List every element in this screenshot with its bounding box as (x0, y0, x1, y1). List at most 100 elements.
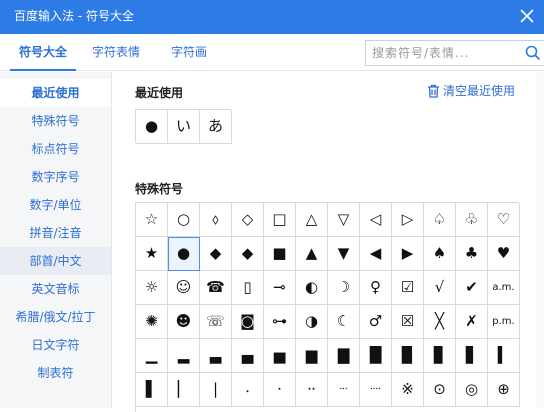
symbol-cell[interactable]: ▊ (424, 339, 456, 373)
symbol-cell[interactable]: ☎ (200, 271, 232, 305)
symbol-cell[interactable]: ▌ (136, 373, 168, 407)
symbol-cell[interactable]: ▅ (264, 339, 296, 373)
symbol-cell[interactable]: ☼ (136, 271, 168, 305)
sidebar-item-phonetics[interactable]: 英文音标 (0, 275, 111, 303)
scrollbar[interactable] (536, 72, 544, 408)
symbol-cell[interactable]: ▁ (136, 339, 168, 373)
symbol-cell[interactable]: ○ (168, 203, 200, 237)
symbol-cell[interactable]: ⊸ (264, 271, 296, 305)
symbol-cell[interactable]: ✺ (136, 305, 168, 339)
sidebar-item-punctuation[interactable]: 标点符号 (0, 135, 111, 163)
symbol-cell[interactable]: ※ (392, 373, 424, 407)
sidebar-item-pinyin[interactable]: 拼音/注音 (0, 219, 111, 247)
symbol-cell[interactable]: █ (360, 339, 392, 373)
symbol-cell[interactable]: ▷ (392, 203, 424, 237)
symbol-cell[interactable]: ◇ (232, 203, 264, 237)
category-sidebar: 最近使用 特殊符号 标点符号 数字序号 数字/单位 拼音/注音 部首/中文 英文… (0, 72, 112, 408)
symbol-cell[interactable]: ☆ (136, 203, 168, 237)
symbol-cell[interactable]: ⊙ (424, 373, 456, 407)
symbol-cell[interactable]: ⸱⸱ (296, 373, 328, 407)
symbol-cell[interactable]: ◎ (456, 373, 488, 407)
symbol-cell[interactable]: ▼ (328, 237, 360, 271)
symbol-cell[interactable]: ♣ (456, 237, 488, 271)
symbol-cell[interactable]: ♤ (424, 203, 456, 237)
symbol-cell[interactable]: ▽ (328, 203, 360, 237)
tab-char-emoticons[interactable]: 字符表情 (92, 34, 140, 71)
symbol-cell[interactable]: ☺ (168, 271, 200, 305)
symbol-cell[interactable]: ╳ (424, 305, 456, 339)
symbol-cell[interactable]: ▉ (392, 339, 424, 373)
symbol-cell[interactable]: ◙ (232, 305, 264, 339)
symbol-cell[interactable]: ☻ (168, 305, 200, 339)
search-box (365, 40, 544, 66)
symbol-cell[interactable]: ◆ (232, 237, 264, 271)
sidebar-item-box-drawing[interactable]: 制表符 (0, 359, 111, 387)
symbol-cell[interactable]: ✔ (456, 271, 488, 305)
search-icon[interactable] (524, 44, 542, 62)
symbol-cell[interactable]: ▂ (168, 339, 200, 373)
symbol-cell[interactable]: ♥ (488, 237, 520, 271)
symbol-cell[interactable]: ⊶ (264, 305, 296, 339)
recent-symbol[interactable]: あ (200, 110, 232, 144)
recent-symbol[interactable]: い (168, 110, 200, 144)
symbol-cell[interactable]: ☑ (392, 271, 424, 305)
symbol-cell[interactable]: ♧ (456, 203, 488, 237)
symbol-panel: 最近使用 清空最近使用 ● い あ 特殊符号 ☆ ○ ⬨ ◇ □ △ ▽ ◁ ▷ ♤ ♧ ♡ ★ ● ◆ ◆ ■… (113, 72, 544, 412)
clear-recent-label: 清空最近使用 (443, 84, 516, 98)
sidebar-item-radicals[interactable]: 部首/中文 (0, 247, 111, 275)
tab-char-art[interactable]: 字符画 (171, 34, 207, 71)
symbol-cell[interactable]: ✗ (456, 305, 488, 339)
symbol-cell[interactable]: ◀ (360, 237, 392, 271)
symbol-cell[interactable]: √ (424, 271, 456, 305)
symbol-cell[interactable]: ⸱⸱⸱⸱ (360, 373, 392, 407)
sidebar-item-numbering[interactable]: 数字序号 (0, 163, 111, 191)
sidebar-item-greek-russian-latin[interactable]: 希腊/俄文/拉丁 (0, 303, 111, 331)
symbol-cell[interactable]: p.m. (488, 305, 520, 339)
symbol-cell[interactable]: ▆ (296, 339, 328, 373)
symbol-cell[interactable]: ▶ (392, 237, 424, 271)
close-icon[interactable] (516, 5, 538, 27)
symbol-cell[interactable]: ▲ (296, 237, 328, 271)
symbol-cell[interactable]: ▯ (232, 271, 264, 305)
symbol-cell[interactable]: ♂ (360, 305, 392, 339)
symbol-cell[interactable]: ● (168, 237, 200, 271)
symbol-cell[interactable]: ♡ (488, 203, 520, 237)
symbol-cell[interactable]: ◆ (200, 237, 232, 271)
symbol-cell[interactable]: ⸳ (232, 373, 264, 407)
symbol-cell[interactable]: ⬨ (200, 203, 232, 237)
symbol-cell[interactable]: ◁ (360, 203, 392, 237)
symbol-cell[interactable]: ◐ (296, 271, 328, 305)
symbol-cell[interactable]: ▃ (200, 339, 232, 373)
symbol-cell[interactable]: ■ (264, 237, 296, 271)
sidebar-item-japanese[interactable]: 日文字符 (0, 331, 111, 359)
symbol-cell[interactable]: ▋ (456, 339, 488, 373)
symbol-cell[interactable]: □ (264, 203, 296, 237)
symbol-cell[interactable]: ◑ (296, 305, 328, 339)
symbol-cell[interactable]: ⸱⸱⸱ (328, 373, 360, 407)
symbol-cell[interactable]: ☾ (328, 305, 360, 339)
special-symbols-grid: ☆ ○ ⬨ ◇ □ △ ▽ ◁ ▷ ♤ ♧ ♡ ★ ● ◆ ◆ ■ ▲ ▼ ◀ ▶ ♠ ♣ ♥ ☼ ☺ ☎ ▯ ⊸ ◐ ☽ ♀ ☑ √ ✔ a.m. ✺… (135, 202, 520, 412)
symbol-cell[interactable]: ▇ (328, 339, 360, 373)
symbol-cell[interactable]: △ (296, 203, 328, 237)
sidebar-item-recent[interactable]: 最近使用 (0, 79, 111, 107)
symbol-cell[interactable]: | (200, 373, 232, 407)
symbol-cell[interactable]: ⸱ (264, 373, 296, 407)
symbol-cell[interactable]: ★ (136, 237, 168, 271)
symbol-cell[interactable]: ▏ (168, 373, 200, 407)
tab-symbols[interactable]: 符号大全 (10, 34, 76, 71)
symbol-cell[interactable]: ☒ (392, 305, 424, 339)
symbol-cell[interactable]: ☽ (328, 271, 360, 305)
sidebar-item-units[interactable]: 数字/单位 (0, 191, 111, 219)
symbol-cell[interactable]: ▍ (488, 339, 520, 373)
symbol-cell[interactable]: ♀ (360, 271, 392, 305)
search-input[interactable] (372, 43, 512, 63)
symbol-cell[interactable]: ☏ (200, 305, 232, 339)
symbol-cell[interactable]: ▄ (232, 339, 264, 373)
symbol-cell[interactable]: ⊕ (488, 373, 520, 407)
symbol-cell[interactable]: ♠ (424, 237, 456, 271)
title-bar: 百度输入法 - 符号大全 (0, 0, 544, 34)
special-section-title: 特殊符号 (135, 182, 184, 196)
recent-symbol[interactable]: ● (136, 110, 168, 144)
symbol-cell[interactable]: a.m. (488, 271, 520, 305)
sidebar-item-special[interactable]: 特殊符号 (0, 107, 111, 135)
